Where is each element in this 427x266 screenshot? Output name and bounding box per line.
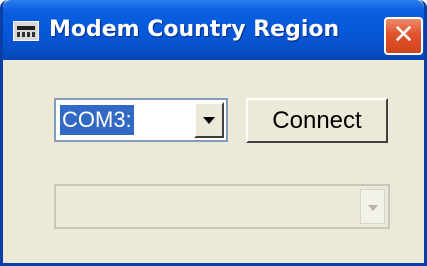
modem-country-region-window: Modem Country Region ✕ COM3: Connect: [0, 0, 427, 266]
region-dropdown-button: [360, 189, 385, 224]
port-dropdown-button[interactable]: [194, 102, 224, 138]
title-bar[interactable]: Modem Country Region ✕: [3, 0, 424, 60]
connect-button[interactable]: Connect: [245, 97, 389, 144]
window-title: Modem Country Region: [49, 17, 340, 42]
port-select-value: COM3:: [60, 105, 134, 135]
port-select[interactable]: COM3:: [54, 98, 228, 142]
dialog-body: COM3: Connect: [3, 60, 424, 263]
chevron-down-icon: [203, 117, 215, 124]
keyboard-icon: [13, 21, 39, 41]
chevron-down-icon: [367, 204, 378, 211]
country-region-select: [54, 184, 390, 229]
close-button[interactable]: ✕: [384, 17, 423, 55]
